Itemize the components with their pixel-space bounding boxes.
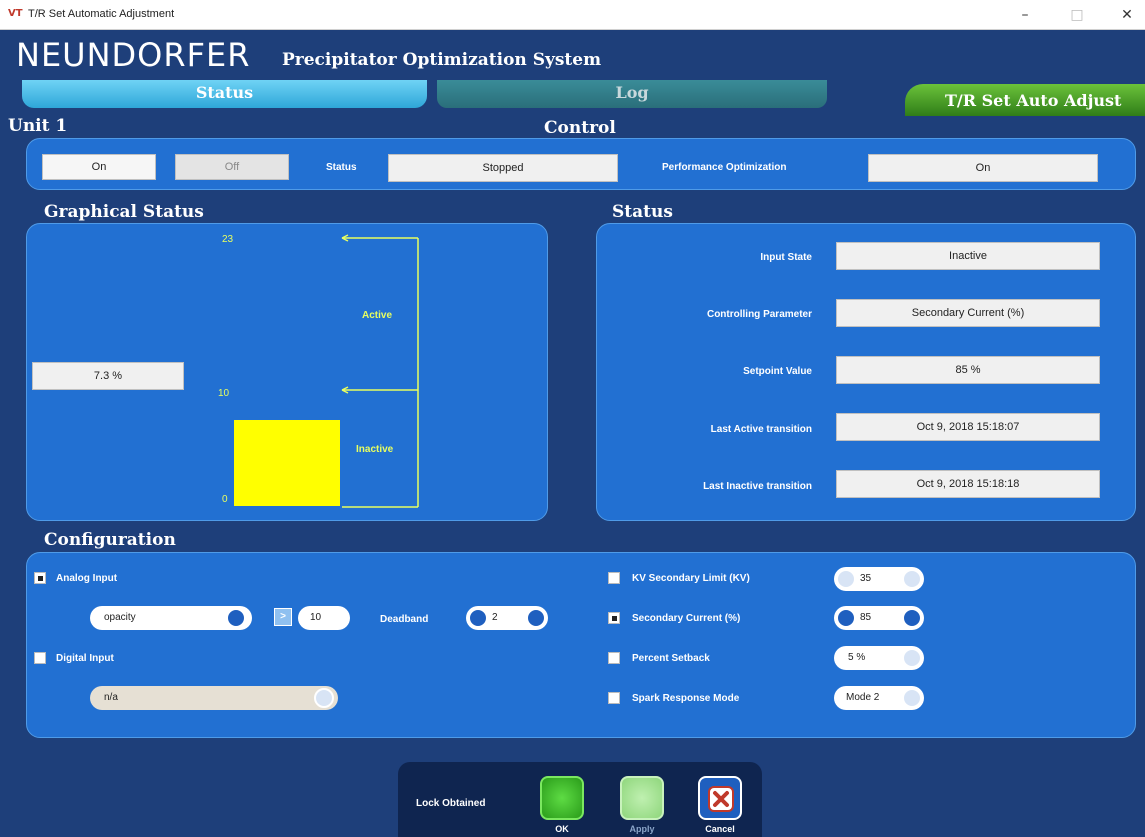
decrement-icon[interactable] xyxy=(836,608,856,628)
apply-label: Apply xyxy=(629,824,655,834)
spark-response-mode-label: Spark Response Mode xyxy=(632,693,740,704)
apply-button[interactable] xyxy=(620,776,664,820)
graphical-status-title: Graphical Status xyxy=(44,202,204,222)
window-title: T/R Set Automatic Adjustment xyxy=(28,8,175,20)
secondary-current-value: 85 xyxy=(860,612,872,623)
comparison-operator-button[interactable]: > xyxy=(274,608,292,626)
chevron-down-icon xyxy=(314,688,334,708)
minimize-button[interactable]: – xyxy=(1010,6,1040,24)
chevron-down-icon xyxy=(902,688,922,708)
last-inactive-transition-label: Last Inactive transition xyxy=(703,481,812,492)
input-state-label: Input State xyxy=(760,252,812,263)
increment-icon[interactable] xyxy=(526,608,546,628)
ok-button[interactable] xyxy=(540,776,584,820)
chevron-down-icon xyxy=(902,648,922,668)
close-x-icon xyxy=(708,786,734,812)
current-value-display: 7.3 % xyxy=(32,362,184,390)
secondary-current-label: Secondary Current (%) xyxy=(632,613,741,624)
analog-input-select[interactable]: opacity xyxy=(90,606,252,630)
value-bar xyxy=(234,420,340,506)
controlling-parameter-value: Secondary Current (%) xyxy=(836,299,1100,327)
last-inactive-transition-value: Oct 9, 2018 15:18:18 xyxy=(836,470,1100,498)
tab-log[interactable]: Log xyxy=(437,80,827,108)
active-label: Active xyxy=(362,310,392,321)
kv-secondary-limit-stepper[interactable]: 35 xyxy=(834,567,924,591)
threshold-chart: 23 10 0 Active Inactive xyxy=(218,234,419,508)
secondary-current-stepper[interactable]: 85 xyxy=(834,606,924,630)
lock-status-text: Lock Obtained xyxy=(416,798,486,809)
ok-label: OK xyxy=(555,824,569,834)
status-value: Stopped xyxy=(388,154,618,182)
chevron-down-icon xyxy=(226,608,246,628)
decrement-icon[interactable] xyxy=(836,569,856,589)
setpoint-value: 85 % xyxy=(836,356,1100,384)
maximize-button[interactable]: □ xyxy=(1062,6,1092,24)
analog-input-label: Analog Input xyxy=(56,573,118,584)
increment-icon[interactable] xyxy=(902,569,922,589)
percent-setback-value: 5 % xyxy=(848,652,866,663)
threshold-input[interactable]: 10 xyxy=(298,606,350,630)
analog-input-checkbox[interactable] xyxy=(34,572,46,584)
increment-icon[interactable] xyxy=(902,608,922,628)
input-state-value: Inactive xyxy=(836,242,1100,270)
configuration-panel xyxy=(26,552,1136,738)
tick-bottom: 0 xyxy=(222,494,228,505)
digital-input-select[interactable]: n/a xyxy=(90,686,338,710)
tab-status[interactable]: Status xyxy=(22,80,427,108)
status-title: Status xyxy=(612,202,673,222)
off-button[interactable]: Off xyxy=(175,154,289,180)
cancel-label: Cancel xyxy=(705,824,735,834)
performance-optimization-value: On xyxy=(868,154,1098,182)
digital-input-checkbox[interactable] xyxy=(34,652,46,664)
inactive-label: Inactive xyxy=(356,444,394,455)
kv-secondary-limit-label: KV Secondary Limit (KV) xyxy=(632,573,750,584)
spark-response-mode-select[interactable]: Mode 2 xyxy=(834,686,924,710)
percent-setback-select[interactable]: 5 % xyxy=(834,646,924,670)
control-title: Control xyxy=(544,118,616,138)
kv-secondary-limit-checkbox[interactable] xyxy=(608,572,620,584)
tick-top: 23 xyxy=(222,234,234,245)
setpoint-value-label: Setpoint Value xyxy=(743,366,812,377)
digital-input-label: Digital Input xyxy=(56,653,114,664)
kv-secondary-limit-value: 35 xyxy=(860,573,872,584)
close-button[interactable]: ✕ xyxy=(1112,6,1142,24)
window-titlebar: VT T/R Set Automatic Adjustment – □ ✕ xyxy=(0,0,1145,30)
performance-optimization-label: Performance Optimization xyxy=(662,162,787,173)
brand-subtitle: Precipitator Optimization System xyxy=(282,50,602,70)
unit-label: Unit 1 xyxy=(8,116,68,136)
tab-tr-set-auto-adjust[interactable]: T/R Set Auto Adjust xyxy=(905,84,1145,116)
spark-response-mode-value: Mode 2 xyxy=(846,692,880,703)
deadband-value: 2 xyxy=(492,612,498,623)
on-button[interactable]: On xyxy=(42,154,156,180)
percent-setback-checkbox[interactable] xyxy=(608,652,620,664)
app-icon: VT xyxy=(8,8,23,19)
last-active-transition-value: Oct 9, 2018 15:18:07 xyxy=(836,413,1100,441)
brand-logo: NEUNDORFER xyxy=(16,36,251,74)
deadband-stepper[interactable]: 2 xyxy=(466,606,548,630)
decrement-icon[interactable] xyxy=(468,608,488,628)
status-label: Status xyxy=(326,162,357,173)
last-active-transition-label: Last Active transition xyxy=(710,424,812,435)
controlling-parameter-label: Controlling Parameter xyxy=(706,309,812,320)
digital-input-select-value: n/a xyxy=(104,692,118,703)
secondary-current-checkbox[interactable] xyxy=(608,612,620,624)
tick-mid: 10 xyxy=(218,388,230,399)
cancel-button[interactable] xyxy=(698,776,742,820)
configuration-title: Configuration xyxy=(44,530,176,550)
deadband-label: Deadband xyxy=(380,614,429,625)
percent-setback-label: Percent Setback xyxy=(632,653,710,664)
analog-input-select-value: opacity xyxy=(104,612,136,623)
spark-response-mode-checkbox[interactable] xyxy=(608,692,620,704)
